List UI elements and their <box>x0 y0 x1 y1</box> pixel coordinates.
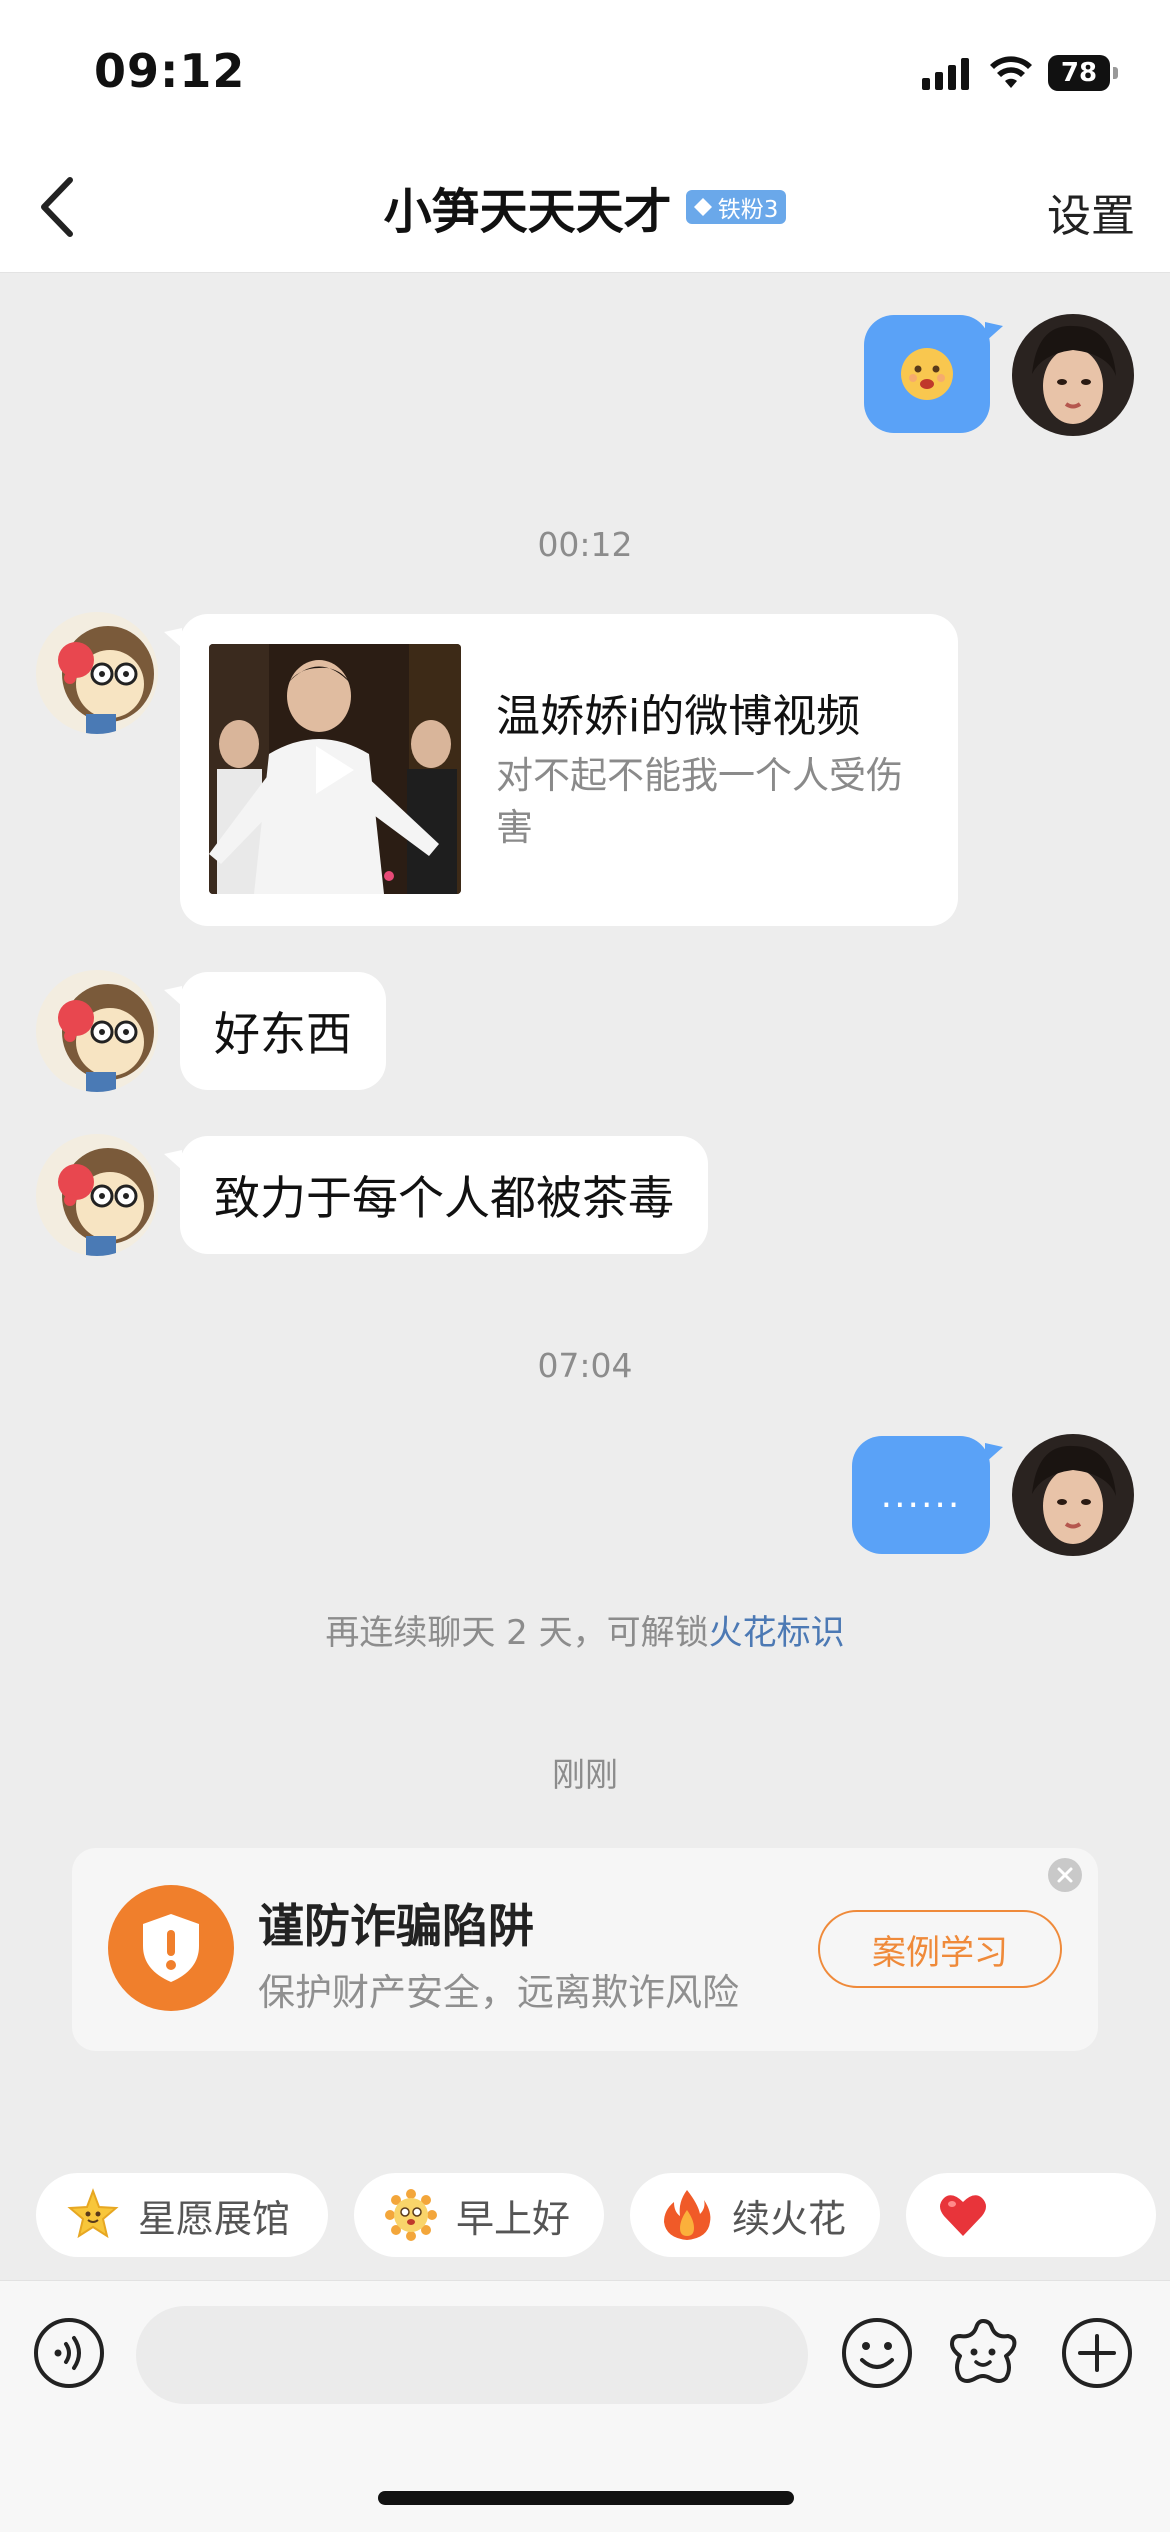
flame-icon <box>660 2188 714 2242</box>
sticker-icon[interactable] <box>946 2316 1020 2390</box>
home-indicator <box>378 2491 794 2505</box>
close-icon[interactable] <box>1048 1858 1082 1892</box>
emoji-icon[interactable] <box>840 2316 914 2390</box>
video-thumbnail[interactable] <box>209 644 461 894</box>
video-description: 对不起不能我一个人受伤害 <box>496 754 903 849</box>
quick-reply-chip[interactable] <box>906 2173 1156 2257</box>
message-input[interactable] <box>136 2306 808 2404</box>
contact-avatar[interactable] <box>36 1134 158 1256</box>
plus-icon[interactable] <box>1060 2316 1134 2390</box>
quick-reply-label: 早上好 <box>456 2196 571 2241</box>
signal-icon <box>922 58 969 90</box>
warning-title: 谨防诈骗陷阱 <box>258 1899 534 1953</box>
spark-hint-text: 再连续聊天 2 天，可解锁 <box>325 1613 709 1653</box>
battery-level: 78 <box>1060 58 1098 88</box>
bubble-tail <box>164 628 182 648</box>
play-icon[interactable] <box>312 742 358 798</box>
timestamp: 00:12 <box>537 525 633 564</box>
status-icons: 78 <box>922 50 1118 96</box>
fan-badge-label: 铁粉3 <box>717 197 779 223</box>
outgoing-bubble[interactable]: ...... <box>852 1436 990 1554</box>
shield-warning-icon <box>108 1885 234 2011</box>
timestamp: 刚刚 <box>552 1755 618 1794</box>
contact-avatar[interactable] <box>36 970 158 1092</box>
video-title: 温娇娇i的微博视频 <box>496 691 861 742</box>
bubble-tail <box>985 322 1003 342</box>
sun-face-icon <box>384 2188 438 2242</box>
spark-hint: 再连续聊天 2 天，可解锁火花标识 <box>0 1605 1170 1654</box>
case-study-button[interactable]: 案例学习 <box>818 1910 1062 1988</box>
battery-icon: 78 <box>1048 55 1118 91</box>
message-text: 致力于每个人都被茶毒 <box>214 1171 674 1225</box>
status-time: 09:12 <box>94 44 246 98</box>
message-text: ...... <box>880 1474 962 1516</box>
outgoing-bubble-emoji[interactable] <box>864 315 990 433</box>
quick-reply-chip[interactable]: 星愿展馆 <box>36 2173 328 2257</box>
emoji-face-icon <box>901 348 953 400</box>
nav-title-wrap: 小笋天天天才 铁粉3 <box>0 172 1170 242</box>
quick-reply-label: 星愿展馆 <box>138 2196 291 2241</box>
star-face-icon <box>66 2188 120 2242</box>
quick-reply-chip[interactable]: 续火花 <box>630 2173 880 2257</box>
wifi-icon <box>990 56 1032 88</box>
message-text: 好东西 <box>214 1007 352 1061</box>
fan-badge[interactable]: 铁粉3 <box>685 190 787 224</box>
contact-avatar[interactable] <box>36 612 158 734</box>
bubble-tail <box>164 1150 182 1170</box>
my-avatar[interactable] <box>1012 1434 1134 1556</box>
bubble-tail <box>164 986 182 1006</box>
settings-button[interactable]: 设置 <box>1047 180 1135 244</box>
voice-icon[interactable] <box>32 2316 106 2390</box>
message-bubble[interactable]: 好东西 <box>180 972 386 1090</box>
quick-reply-chip[interactable]: 早上好 <box>354 2173 604 2257</box>
message-bubble[interactable]: 致力于每个人都被茶毒 <box>180 1136 708 1254</box>
warning-subtitle: 保护财产安全，远离欺诈风险 <box>258 1971 739 2014</box>
timestamp: 07:04 <box>537 1346 633 1385</box>
video-card[interactable]: 温娇娇i的微博视频 对不起不能我一个人受伤害 <box>180 614 958 926</box>
quick-reply-label: 续火花 <box>732 2196 847 2241</box>
heart-icon <box>936 2188 990 2242</box>
chat-title[interactable]: 小笋天天天才 <box>384 172 672 242</box>
spark-link[interactable]: 火花标识 <box>709 1613 845 1653</box>
my-avatar[interactable] <box>1012 314 1134 436</box>
diamond-icon <box>693 198 712 216</box>
bubble-tail <box>985 1443 1003 1463</box>
